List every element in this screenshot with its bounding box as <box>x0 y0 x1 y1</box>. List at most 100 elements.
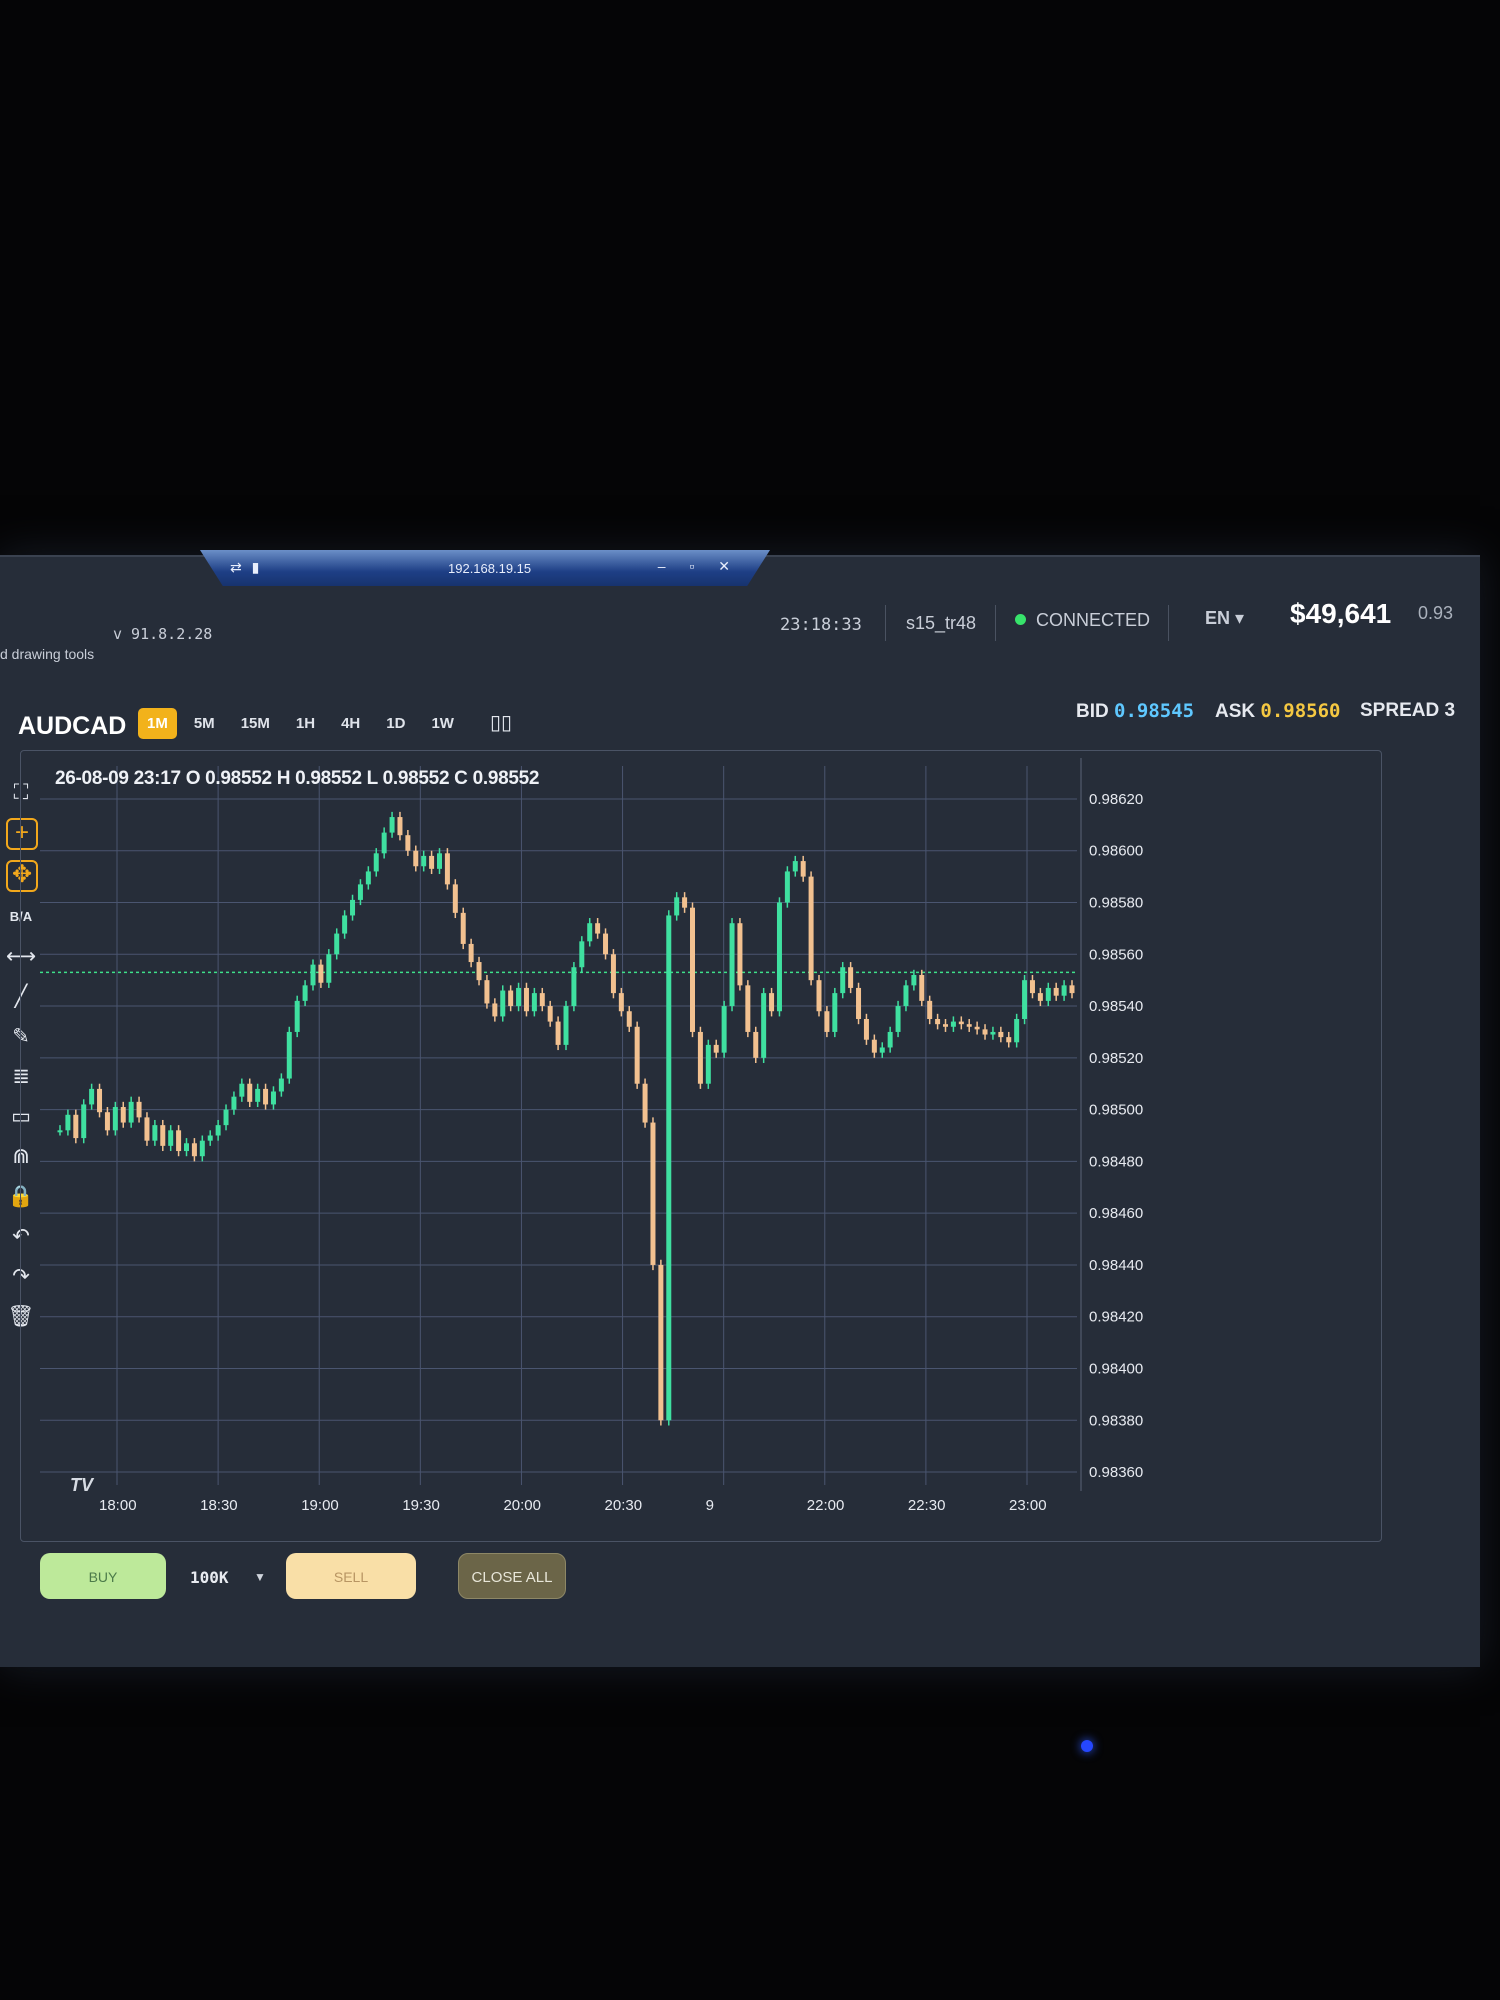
timeframe-1w[interactable]: 1W <box>422 708 463 739</box>
status-dot-icon <box>1015 614 1026 625</box>
candle-body <box>255 1088 261 1102</box>
y-tick-label: 0.98420 <box>1089 1309 1143 1326</box>
candle-body <box>769 993 775 1012</box>
candle-body <box>911 974 917 986</box>
server-clock: 23:18:33 <box>780 615 862 635</box>
candle-body <box>263 1088 269 1105</box>
candle-body <box>824 1011 830 1032</box>
candle-body <box>421 855 427 867</box>
candle-body <box>112 1107 118 1131</box>
candle-body <box>848 967 854 988</box>
header-divider <box>885 605 886 641</box>
candle-body <box>144 1117 150 1141</box>
candle-body <box>191 1143 197 1157</box>
candle-body <box>674 897 680 916</box>
x-tick-label: 19:30 <box>402 1497 440 1514</box>
timeframe-15m[interactable]: 15M <box>232 708 279 739</box>
candle-body <box>863 1019 869 1040</box>
candle-body <box>231 1096 237 1110</box>
y-tick-label: 0.98460 <box>1089 1205 1143 1222</box>
remote-desktop-bar[interactable]: ⇄ ▮ 192.168.19.15 – ▫ ✕ <box>200 550 770 586</box>
candle-body <box>832 993 838 1032</box>
candle-body <box>89 1088 95 1105</box>
candle-body <box>1029 980 1035 994</box>
candle-body <box>310 964 316 986</box>
candle-body <box>784 871 790 903</box>
x-tick-label: 9 <box>706 1497 714 1514</box>
candle-body <box>81 1104 87 1139</box>
candle-body <box>666 915 672 1421</box>
timeframe-1d[interactable]: 1D <box>377 708 414 739</box>
candle-body <box>65 1114 71 1131</box>
y-tick-label: 0.98440 <box>1089 1257 1143 1274</box>
candle-body <box>856 987 862 1019</box>
candle-body <box>223 1109 229 1126</box>
candle-body <box>721 1006 727 1053</box>
x-tick-label: 22:00 <box>807 1497 845 1514</box>
candle-body <box>563 1006 569 1045</box>
candle-body <box>429 855 435 869</box>
candle-body <box>350 899 356 916</box>
sell-button[interactable]: SELL <box>286 1553 416 1599</box>
price-chart[interactable]: 0.98620 0.98600 0.98580 0.98560 0.98540 0.985… <box>22 758 1377 1538</box>
candle-body <box>840 967 846 994</box>
timeframe-4h[interactable]: 4H <box>332 708 369 739</box>
candle-body <box>176 1130 182 1152</box>
connection-status: CONNECTED <box>1015 610 1150 631</box>
connection-status-label: CONNECTED <box>1036 610 1151 630</box>
candle-body <box>405 835 411 851</box>
candle-body <box>974 1026 980 1030</box>
candle-body <box>547 1006 553 1022</box>
candle-body <box>500 990 506 1017</box>
language-select[interactable]: EN ▾ <box>1205 608 1244 629</box>
candle-body <box>690 907 695 1032</box>
quantity-select[interactable]: 100K <box>190 1568 229 1587</box>
timeframe-1m[interactable]: 1M <box>138 708 177 739</box>
candle-body <box>270 1091 276 1105</box>
header-divider <box>995 605 996 641</box>
ask-quote: ASK 0.98560 <box>1215 700 1340 723</box>
x-tick-label: 18:00 <box>99 1497 137 1514</box>
symbol-name[interactable]: AUDCAD <box>18 712 126 741</box>
x-tick-label: 22:30 <box>908 1497 946 1514</box>
candle-body <box>539 993 545 1007</box>
remote-bar-pin-icon[interactable]: ⇄ ▮ <box>230 559 262 576</box>
buy-button[interactable]: BUY <box>40 1553 166 1599</box>
candle-body <box>1045 987 1051 1001</box>
chevron-down-icon[interactable]: ▼ <box>254 1570 266 1584</box>
candle-body <box>57 1130 63 1133</box>
x-tick-label: 23:00 <box>1009 1497 1047 1514</box>
x-tick-label: 18:30 <box>200 1497 238 1514</box>
candle-body <box>887 1031 893 1048</box>
x-tick-label: 20:30 <box>605 1497 643 1514</box>
candle-body <box>357 884 363 900</box>
candles-icon[interactable]: ▯▯ <box>490 710 512 735</box>
candle-body <box>381 832 387 854</box>
candle-body <box>745 985 751 1032</box>
y-tick-label: 0.98580 <box>1089 895 1143 912</box>
window-controls-icon[interactable]: – ▫ ✕ <box>658 558 740 575</box>
close-all-button[interactable]: CLOSE ALL <box>458 1553 566 1599</box>
candle-body <box>729 923 735 1007</box>
timeframe-1h[interactable]: 1H <box>287 708 324 739</box>
candle-body <box>1022 980 1028 1019</box>
candle-body <box>650 1122 656 1265</box>
candle-body <box>97 1088 103 1113</box>
y-tick-label: 0.98380 <box>1089 1412 1143 1429</box>
bid-quote: BID 0.98545 <box>1076 700 1194 723</box>
candle-body <box>318 964 324 983</box>
candle-body <box>286 1031 292 1079</box>
candle-body <box>808 876 814 981</box>
bid-value: 0.98545 <box>1114 700 1195 722</box>
spread-quote: SPREAD 3 <box>1360 700 1455 722</box>
header-divider <box>1168 605 1169 641</box>
candle-body <box>776 902 782 1012</box>
candle-body <box>302 985 308 1001</box>
candle-body <box>247 1083 253 1102</box>
candle-body <box>104 1112 110 1131</box>
candle-body <box>278 1078 284 1092</box>
timeframe-5m[interactable]: 5M <box>185 708 224 739</box>
candle-body <box>334 933 340 955</box>
candle-body <box>816 980 822 1012</box>
candle-body <box>184 1143 189 1152</box>
